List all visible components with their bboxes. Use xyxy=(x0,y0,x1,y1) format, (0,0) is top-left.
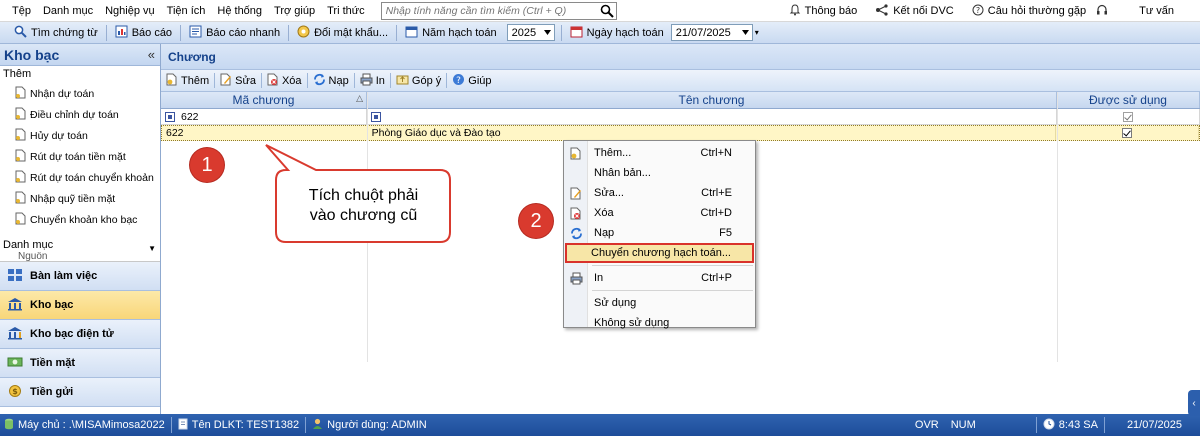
callout-line-2: vào chương cũ xyxy=(309,207,418,224)
context-item-label: Chuyển chương hạch toán... xyxy=(591,247,731,259)
context-menu: Thêm... Ctrl+N Nhân bản... Sửa... Ctrl+E… xyxy=(563,140,756,329)
user-icon xyxy=(312,418,323,433)
status-time: 8:43 SA xyxy=(1037,418,1104,433)
context-item-label: Nạp xyxy=(594,227,615,239)
context-item-shortcut: Ctrl+D xyxy=(700,207,732,219)
status-user: Người dùng: ADMIN xyxy=(306,418,433,433)
status-server-text: Máy chủ : .\MISAMimosa2022 xyxy=(18,419,165,431)
printer-icon xyxy=(564,272,588,285)
edit-icon xyxy=(564,187,588,200)
status-bar: Máy chủ : .\MISAMimosa2022 Tên DLKT: TES… xyxy=(0,414,1200,436)
delete-icon xyxy=(564,207,588,220)
status-server: Máy chủ : .\MISAMimosa2022 xyxy=(0,418,171,433)
context-item-shortcut: F5 xyxy=(719,227,732,239)
add-document-icon xyxy=(564,147,588,160)
status-database-text: Tên DLKT: TEST1382 xyxy=(191,419,300,431)
status-num: NUM xyxy=(950,419,976,431)
context-item-shortcut: Ctrl+N xyxy=(700,147,732,159)
status-right-group: OVR NUM 8:43 SA 21/07/2025 xyxy=(911,414,1200,436)
status-user-text: Người dùng: ADMIN xyxy=(327,419,427,431)
context-item-duplicate[interactable]: Nhân bản... xyxy=(564,163,755,183)
context-item-unuse[interactable]: Không sử dụng xyxy=(564,313,755,333)
expand-panel-icon[interactable]: ‹ xyxy=(1188,390,1200,416)
context-item-label: Nhân bản... xyxy=(594,167,651,179)
context-item-label: Sử dụng xyxy=(594,297,637,309)
database-icon xyxy=(4,418,14,433)
step-badge-1: 1 xyxy=(190,148,224,182)
context-item-label: Không sử dụng xyxy=(594,317,670,329)
context-item-shortcut: Ctrl+E xyxy=(701,187,732,199)
context-item-label: In xyxy=(594,272,604,284)
context-item-edit[interactable]: Sửa... Ctrl+E xyxy=(564,183,755,203)
context-item-label: Thêm... xyxy=(594,147,632,159)
clock-icon xyxy=(1043,418,1055,433)
context-item-add[interactable]: Thêm... Ctrl+N xyxy=(564,143,755,163)
context-item-label: Sửa... xyxy=(594,187,624,199)
status-ovr: OVR xyxy=(914,419,939,431)
context-item-shortcut: Ctrl+P xyxy=(701,272,732,284)
status-date: 21/07/2025 xyxy=(1126,419,1182,431)
status-time-text: 8:43 SA xyxy=(1058,419,1098,431)
callout-text: Tích chuột phải vào chương cũ xyxy=(276,170,451,242)
context-item-use[interactable]: Sử dụng xyxy=(564,293,755,313)
context-item-print[interactable]: In Ctrl+P xyxy=(564,268,755,288)
status-database: Tên DLKT: TEST1382 xyxy=(172,418,305,433)
file-icon xyxy=(178,418,188,433)
step-badge-2: 2 xyxy=(519,204,553,238)
context-item-transfer-chapter[interactable]: Chuyển chương hạch toán... xyxy=(565,243,754,263)
refresh-icon xyxy=(564,227,588,240)
context-item-label: Xóa xyxy=(594,207,614,219)
callout-line-1: Tích chuột phải xyxy=(308,187,419,204)
context-item-delete[interactable]: Xóa Ctrl+D xyxy=(564,203,755,223)
context-item-reload[interactable]: Nạp F5 xyxy=(564,223,755,243)
